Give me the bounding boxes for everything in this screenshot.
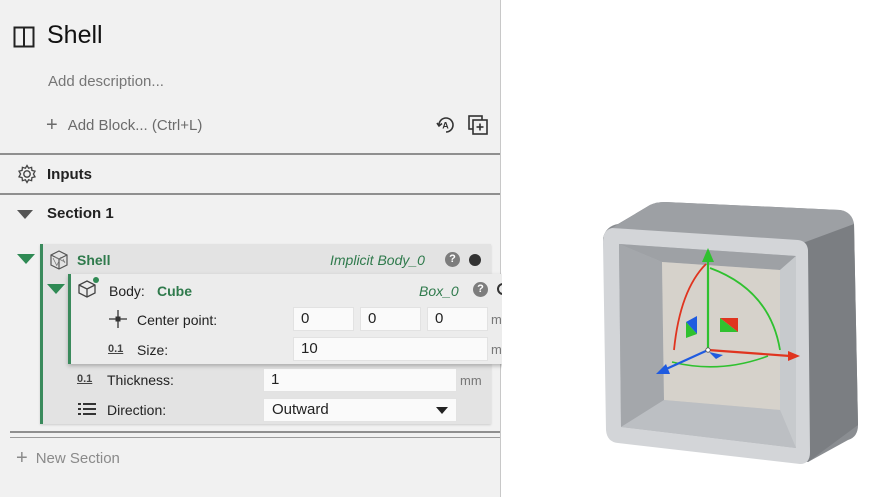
thickness-unit: mm bbox=[460, 373, 482, 388]
shell-output-name[interactable]: Implicit Body_0 bbox=[330, 252, 425, 268]
shell-block-header[interactable]: Shell Implicit Body_0 ? bbox=[43, 244, 491, 276]
new-section-button[interactable]: + New Section bbox=[16, 448, 120, 468]
panel-split-icon bbox=[13, 26, 35, 48]
lattice-cube-icon bbox=[50, 250, 68, 270]
inputs-row[interactable]: Inputs bbox=[0, 156, 500, 192]
new-section-label: New Section bbox=[35, 449, 120, 467]
center-y-input[interactable]: 0 bbox=[360, 307, 421, 331]
number-icon: 0.1 bbox=[108, 343, 124, 355]
collapse-section-icon[interactable] bbox=[17, 210, 33, 219]
divider bbox=[10, 431, 500, 433]
thickness-input[interactable]: 1 bbox=[263, 368, 457, 392]
center-point-label: Center point: bbox=[137, 312, 218, 328]
chevron-down-icon bbox=[436, 407, 448, 414]
auto-icon[interactable]: A bbox=[435, 114, 457, 136]
page-title: Shell bbox=[47, 21, 103, 49]
body-output-name[interactable]: Box_0 bbox=[419, 283, 459, 299]
direction-select[interactable]: Outward bbox=[263, 398, 457, 422]
body-block[interactable]: Body: Cube Box_0 ? Center point: 0 0 0 m… bbox=[68, 274, 520, 364]
list-icon bbox=[78, 403, 96, 415]
gizmo-origin bbox=[705, 347, 711, 353]
direction-value: Outward bbox=[272, 401, 329, 418]
help-icon[interactable]: ? bbox=[473, 282, 488, 297]
section-title: Section 1 bbox=[47, 205, 114, 222]
svg-text:A: A bbox=[442, 121, 449, 131]
size-label: Size: bbox=[137, 342, 169, 358]
body-value[interactable]: Cube bbox=[157, 283, 192, 299]
size-input[interactable]: 10 bbox=[293, 337, 488, 361]
divider bbox=[10, 437, 500, 438]
duplicate-icon[interactable] bbox=[467, 114, 489, 136]
app-root: Shell Add description... + Add Block... … bbox=[0, 0, 875, 497]
body-label: Body: bbox=[109, 283, 145, 299]
modified-dot-icon bbox=[93, 277, 99, 283]
shell-block-title: Shell bbox=[77, 252, 111, 268]
plus-icon: + bbox=[46, 114, 58, 136]
collapse-body-icon[interactable] bbox=[47, 284, 65, 294]
description-field[interactable]: Add description... bbox=[48, 73, 164, 90]
number-icon: 0.1 bbox=[77, 373, 93, 385]
divider bbox=[0, 153, 500, 155]
add-block-label: Add Block... (Ctrl+L) bbox=[67, 116, 203, 134]
center-z-input[interactable]: 0 bbox=[427, 307, 488, 331]
direction-label: Direction: bbox=[107, 402, 167, 418]
status-dot-icon[interactable] bbox=[469, 254, 481, 266]
gear-icon bbox=[18, 164, 36, 184]
divider bbox=[0, 193, 500, 195]
block-editor-panel: Shell Add description... + Add Block... … bbox=[0, 0, 520, 497]
thickness-label: Thickness: bbox=[107, 372, 174, 388]
section-header[interactable]: Section 1 bbox=[0, 196, 500, 232]
crosshair-icon bbox=[109, 310, 127, 328]
collapse-shell-icon[interactable] bbox=[17, 254, 35, 264]
3d-viewport[interactable] bbox=[502, 0, 875, 497]
help-icon[interactable]: ? bbox=[445, 252, 460, 267]
center-x-input[interactable]: 0 bbox=[293, 307, 354, 331]
add-block-button[interactable]: + Add Block... (Ctrl+L) bbox=[46, 115, 202, 135]
cavity-left-wall bbox=[619, 244, 664, 427]
viewport-canvas[interactable] bbox=[502, 0, 875, 497]
inputs-label: Inputs bbox=[47, 165, 92, 183]
cavity-back-wall bbox=[662, 262, 780, 410]
plus-icon: + bbox=[16, 447, 28, 469]
